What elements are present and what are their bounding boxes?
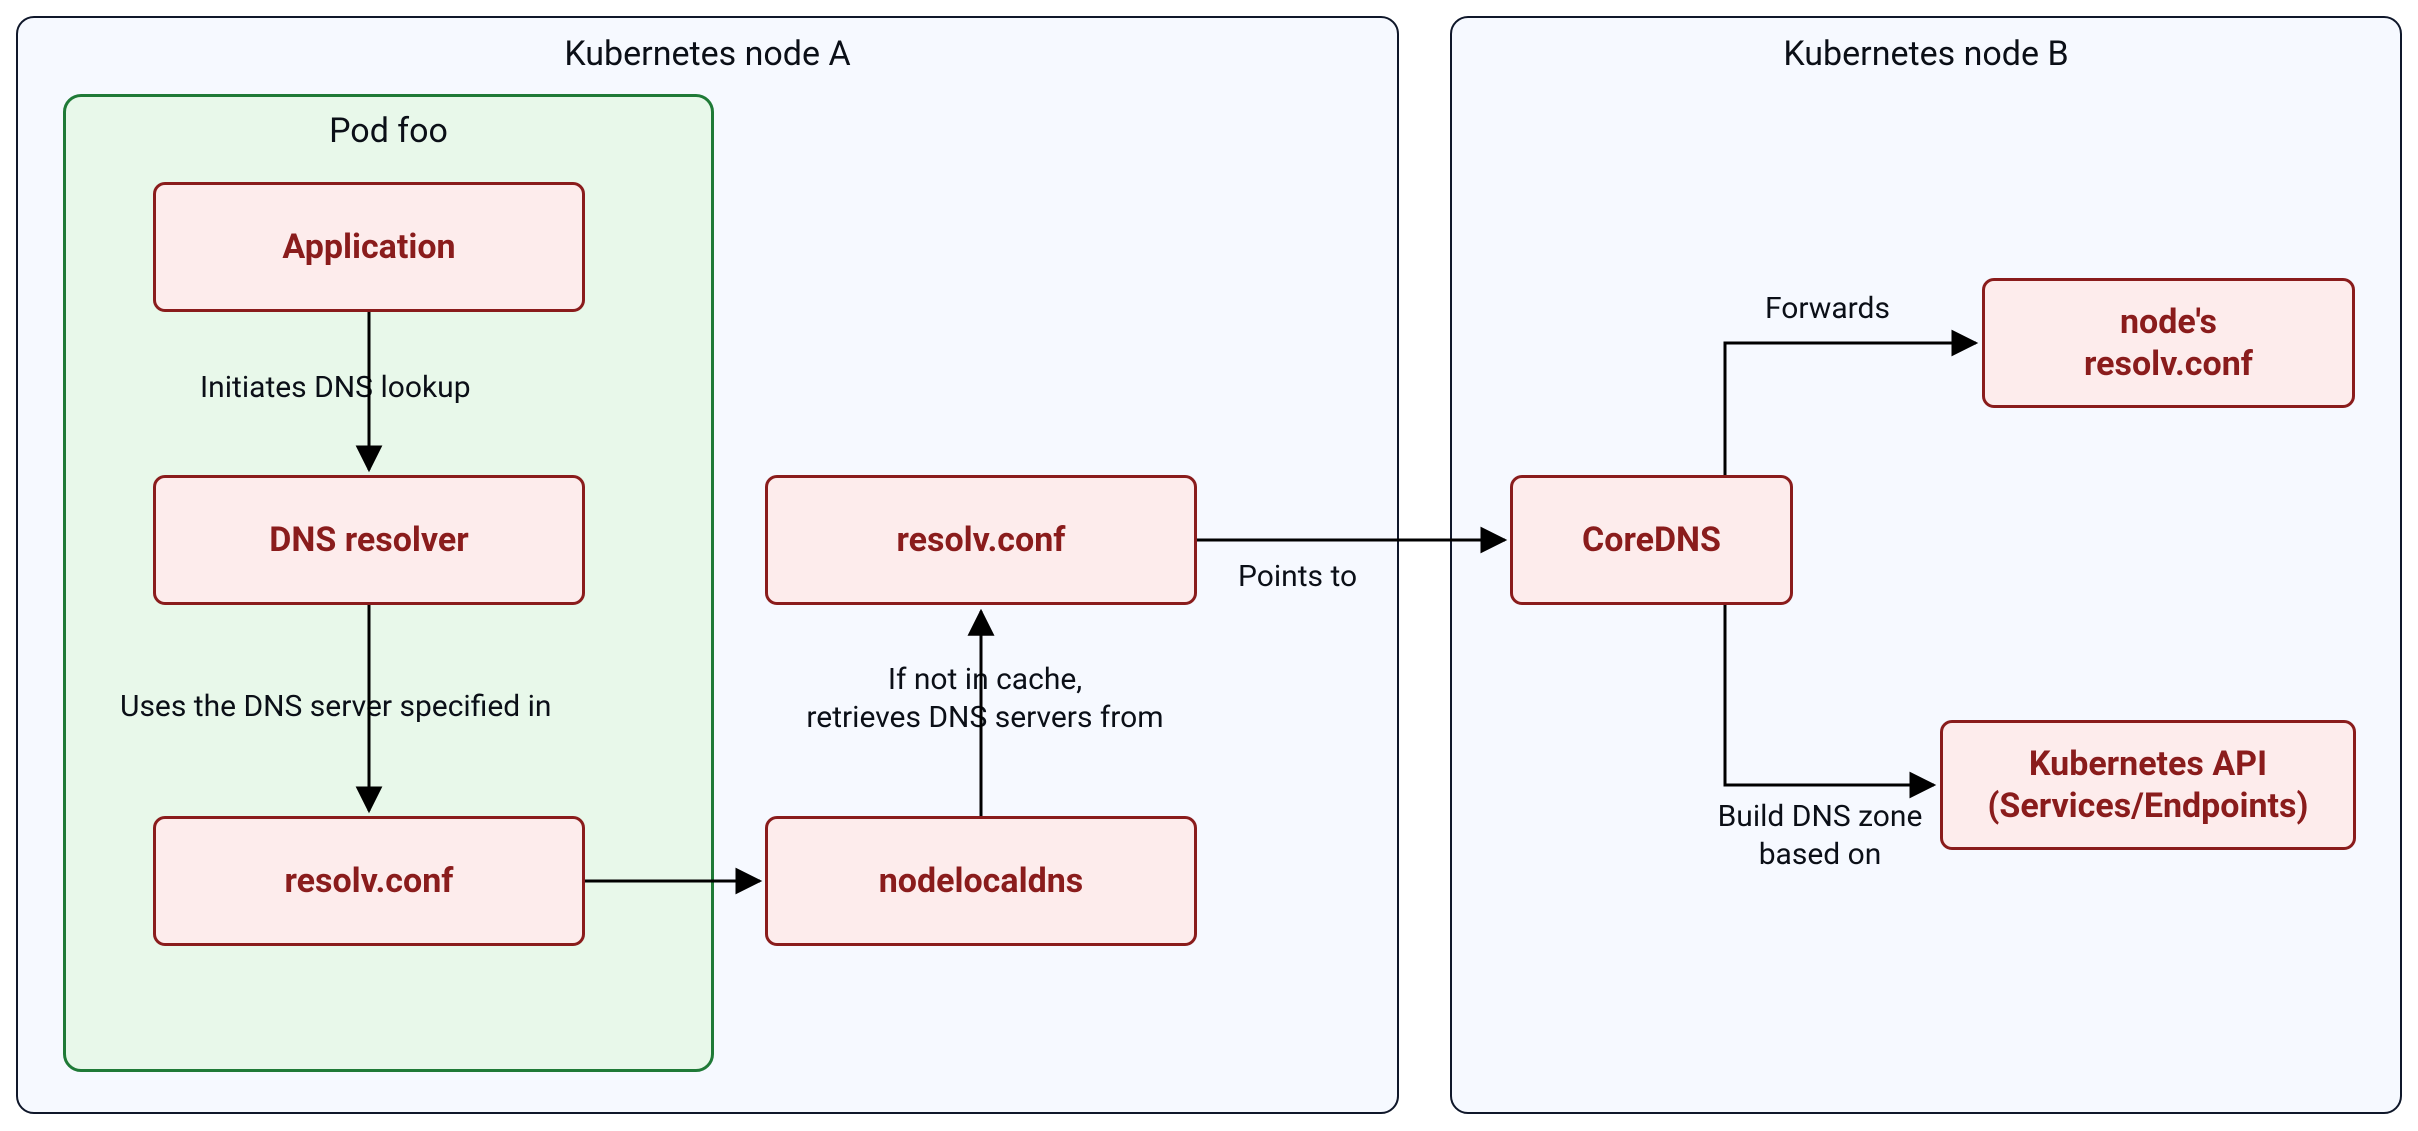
box-nodelocaldns: nodelocaldns — [765, 816, 1197, 946]
box-k8s-api: Kubernetes API (Services/Endpoints) — [1940, 720, 2356, 850]
box-nld-resolvconf: resolv.conf — [765, 475, 1197, 605]
pod-foo-title: Pod foo — [66, 111, 711, 151]
box-dns-resolver: DNS resolver — [153, 475, 585, 605]
label-coredns-to-k8sapi: Build DNS zone based on — [1670, 798, 1970, 873]
box-coredns: CoreDNS — [1510, 475, 1793, 605]
node-a-title: Kubernetes node A — [18, 34, 1397, 74]
label-resolv-to-coredns: Points to — [1238, 558, 1408, 596]
label-nld-to-resolv: If not in cache, retrieves DNS servers f… — [770, 661, 1200, 736]
diagram-canvas: Kubernetes node A Pod foo Application DN… — [0, 0, 2418, 1131]
box-application: Application — [153, 182, 585, 312]
label-coredns-to-noderesolv: Forwards — [1765, 290, 1935, 328]
box-pod-resolvconf: resolv.conf — [153, 816, 585, 946]
node-b-title: Kubernetes node B — [1452, 34, 2400, 74]
label-app-to-resolver: Initiates DNS lookup — [200, 369, 540, 407]
box-node-resolvconf: node's resolv.conf — [1982, 278, 2355, 408]
label-resolver-to-resolv: Uses the DNS server specified in — [120, 688, 640, 726]
